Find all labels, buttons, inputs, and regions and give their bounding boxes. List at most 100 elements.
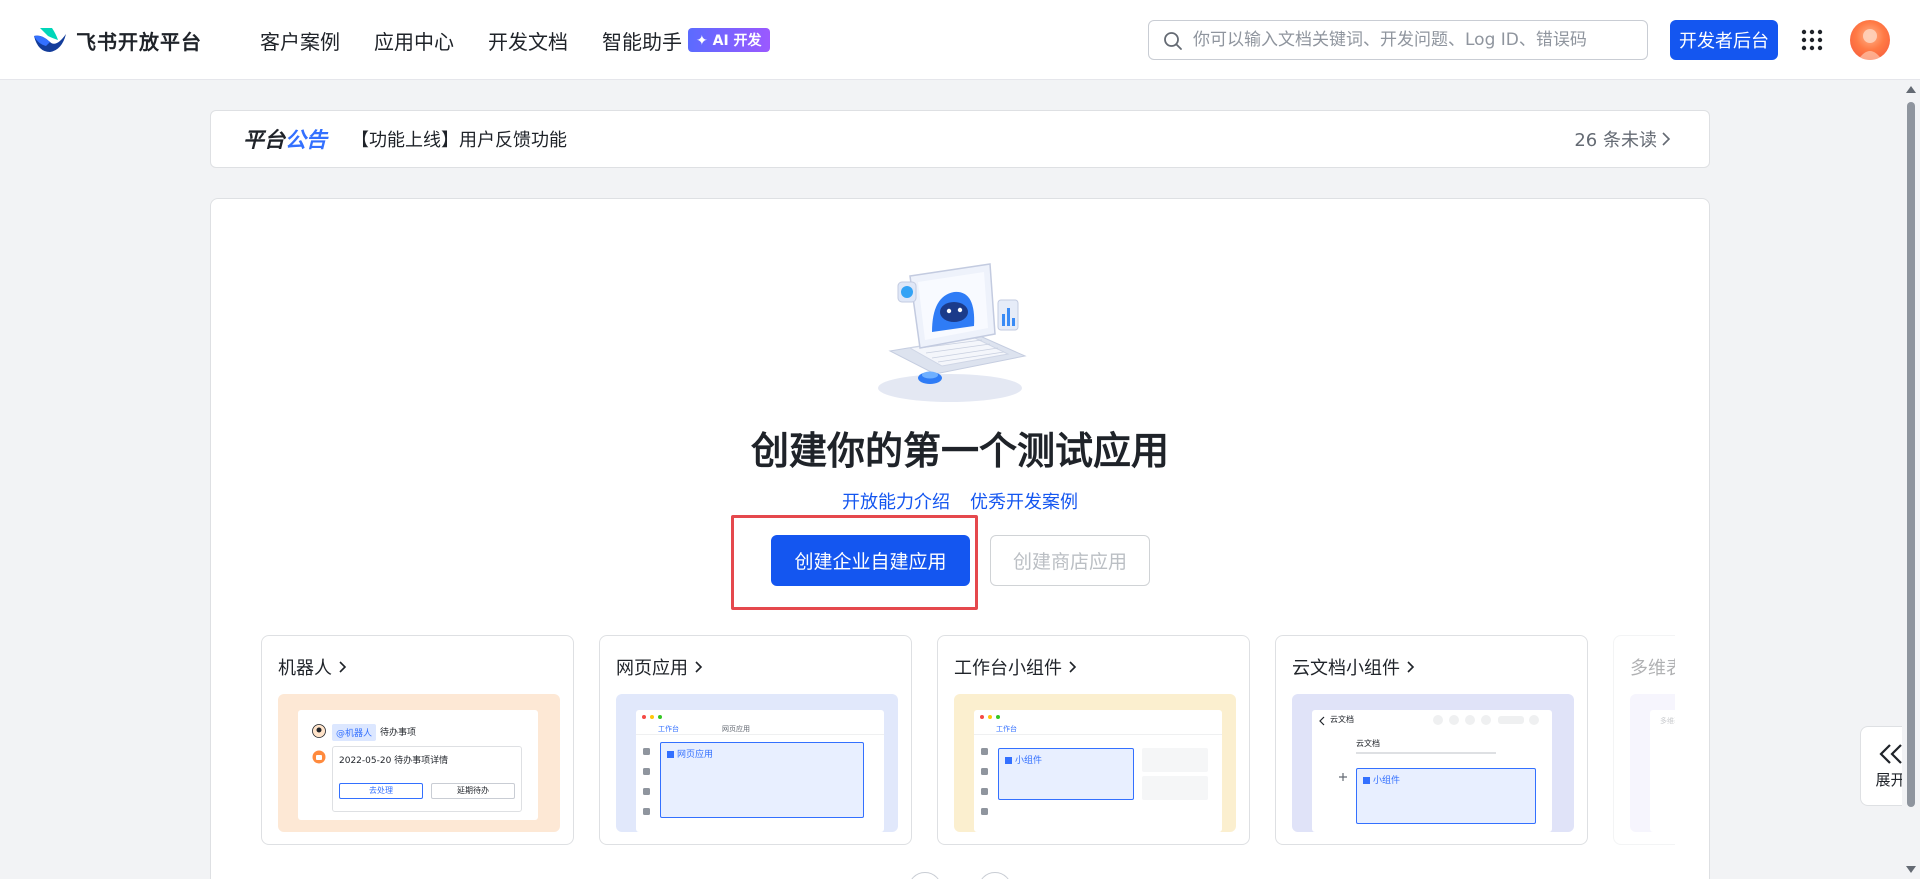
- mock-tab-web-app: 网页应用: [722, 725, 750, 733]
- page-scrollbar[interactable]: [1902, 80, 1920, 879]
- nav-label: 应用中心: [374, 29, 454, 54]
- mock-toolbar-icons: [1433, 715, 1539, 725]
- chevron-right-icon: [695, 661, 703, 673]
- unread-count: 26 条未读: [1574, 130, 1657, 151]
- create-custom-app-button[interactable]: 创建企业自建应用: [771, 535, 970, 586]
- app-type-label: 网页应用: [616, 658, 688, 679]
- workbench-window-mock: 工作台 小组件: [974, 710, 1222, 832]
- mock-tab-workbench: 工作台: [658, 725, 679, 733]
- feishu-logo[interactable]: 飞书开放平台: [32, 24, 202, 56]
- app-type-label: 云文档小组件: [1292, 658, 1400, 679]
- mock-text-line: [1356, 752, 1496, 754]
- app-type-label: 机器人: [278, 658, 332, 679]
- announcement-label: 平台公告: [243, 124, 327, 154]
- app-type-title: 机器人: [278, 654, 347, 680]
- avatar-person-icon: [1858, 29, 1882, 60]
- bot-mention-tag: @机器人: [332, 724, 377, 741]
- mock-tab-workbench: 工作台: [996, 725, 1017, 733]
- mock-doc-title: 云文档: [1356, 739, 1380, 748]
- bot-card-mock: @机器人 待办事项 2022-05-20 待办事项详情 去处理 延期待办: [298, 710, 538, 820]
- scroll-down-arrow-icon[interactable]: [1906, 866, 1916, 873]
- search-input[interactable]: [1193, 30, 1647, 50]
- bot-preview: @机器人 待办事项 2022-05-20 待办事项详情 去处理 延期待办: [278, 694, 560, 832]
- mock-divider: [974, 734, 1222, 735]
- bot-card-title: 待办事项: [380, 728, 417, 738]
- bot-handle-button: 去处理: [339, 783, 423, 799]
- chevron-right-icon: [339, 661, 347, 673]
- bot-message-item: 2022-05-20 待办事项详情: [339, 756, 449, 766]
- create-store-app-button[interactable]: 创建商店应用: [990, 535, 1150, 586]
- app-type-card-bitable[interactable]: 多维表格 多维表格: [1613, 635, 1675, 845]
- announcement-label-part2: 公告: [285, 128, 327, 152]
- window-controls-icon: [980, 715, 1000, 719]
- app-type-title: 云文档小组件: [1292, 654, 1415, 680]
- chevron-left-icon: [1319, 716, 1325, 726]
- bitable-window-mock: 多维表格: [1650, 710, 1675, 832]
- bot-icon: [312, 750, 326, 764]
- nav-label: 智能助手: [602, 29, 682, 54]
- feishu-logo-icon: [34, 28, 66, 52]
- bot-message-card: 2022-05-20 待办事项详情 去处理 延期待办: [332, 746, 522, 812]
- mock-placeholder-block: [1142, 748, 1208, 772]
- mock-sidebar-icons: [643, 748, 650, 815]
- search-box[interactable]: [1148, 20, 1648, 60]
- chevron-right-icon: [1407, 661, 1415, 673]
- nav-ai-assistant[interactable]: 智能助手 ✦ AI 开发: [602, 26, 770, 55]
- open-capabilities-link[interactable]: 开放能力介绍: [842, 488, 950, 514]
- app-type-label: 多维表格: [1630, 658, 1675, 679]
- app-type-card-doc-widget[interactable]: 云文档小组件 云文档 云文档 小组件: [1275, 635, 1588, 845]
- search-icon: [1164, 32, 1182, 50]
- bitable-preview: 多维表格: [1630, 694, 1675, 832]
- mock-doc-widget-selection: 小组件: [1356, 768, 1536, 824]
- doc-window-mock: 云文档 云文档 小组件: [1312, 710, 1552, 832]
- nav-customer-cases[interactable]: 客户案例: [260, 26, 340, 55]
- user-avatar-small-icon: [312, 724, 326, 738]
- page-title: 创建你的第一个测试应用: [750, 429, 1169, 473]
- top-header: 飞书开放平台 客户案例 应用中心 开发文档 智能助手 ✦ AI 开发 开发者后台: [0, 0, 1920, 80]
- mock-sidebar-icons: [981, 748, 988, 815]
- nav-app-center[interactable]: 应用中心: [374, 26, 454, 55]
- double-chevron-left-icon: [1878, 743, 1902, 764]
- platform-announcement: 平台公告 【功能上线】用户反馈功能 26 条未读: [210, 110, 1710, 168]
- app-type-label: 工作台小组件: [954, 658, 1062, 679]
- mock-widget-selection: 小组件: [998, 748, 1134, 800]
- web-app-window-mock: 工作台 网页应用 网页应用: [636, 710, 884, 832]
- scroll-up-arrow-icon[interactable]: [1906, 86, 1916, 93]
- mock-divider: [636, 734, 884, 735]
- chevron-right-icon: [1662, 132, 1671, 146]
- announcement-unread-link[interactable]: 26 条未读: [1574, 126, 1671, 152]
- developer-console-button[interactable]: 开发者后台: [1670, 20, 1778, 60]
- plus-icon: [1339, 773, 1347, 781]
- mock-bitable-tag: 多维表格: [1660, 717, 1675, 725]
- announcement-label-part1: 平台: [243, 128, 285, 152]
- expand-label: 展开: [1875, 770, 1906, 789]
- mock-doc-header: 云文档: [1330, 715, 1354, 724]
- ai-badge: ✦ AI 开发: [688, 28, 770, 52]
- mock-placeholder-block: [1142, 776, 1208, 800]
- nav-label: 客户案例: [260, 29, 340, 54]
- user-avatar[interactable]: [1850, 20, 1890, 60]
- app-type-card-web-app[interactable]: 网页应用 工作台 网页应用 网页应用: [599, 635, 912, 845]
- nav-dev-docs[interactable]: 开发文档: [488, 26, 568, 55]
- doc-widget-preview: 云文档 云文档 小组件: [1292, 694, 1574, 832]
- mock-web-app-selection: 网页应用: [660, 742, 864, 818]
- app-type-card-bot[interactable]: 机器人 @机器人 待办事项 2022-05-20 待办事项详情 去处理 延期待办: [261, 635, 574, 845]
- app-grid-icon[interactable]: [1800, 28, 1824, 52]
- excellent-cases-link[interactable]: 优秀开发案例: [970, 488, 1078, 514]
- app-type-title: 多维表格: [1630, 654, 1675, 680]
- app-type-title: 网页应用: [616, 654, 703, 680]
- nav-label: 开发文档: [488, 29, 568, 54]
- laptop-robot-illustration: [878, 263, 1027, 402]
- app-type-card-workbench-widget[interactable]: 工作台小组件 工作台 小组件: [937, 635, 1250, 845]
- announcement-text[interactable]: 【功能上线】用户反馈功能: [351, 126, 567, 152]
- app-type-title: 工作台小组件: [954, 654, 1077, 680]
- workbench-widget-preview: 工作台 小组件: [954, 694, 1236, 832]
- bot-postpone-button: 延期待办: [431, 783, 515, 799]
- window-controls-icon: [642, 715, 662, 719]
- logo-text: 飞书开放平台: [76, 29, 202, 54]
- scrollbar-thumb[interactable]: [1907, 102, 1915, 807]
- top-nav: 客户案例 应用中心 开发文档 智能助手 ✦ AI 开发: [260, 0, 770, 80]
- app-type-card-clip: 多维表格 多维表格: [1613, 635, 1675, 845]
- intro-links: 开放能力介绍 优秀开发案例: [0, 488, 1920, 514]
- chevron-right-icon: [1069, 661, 1077, 673]
